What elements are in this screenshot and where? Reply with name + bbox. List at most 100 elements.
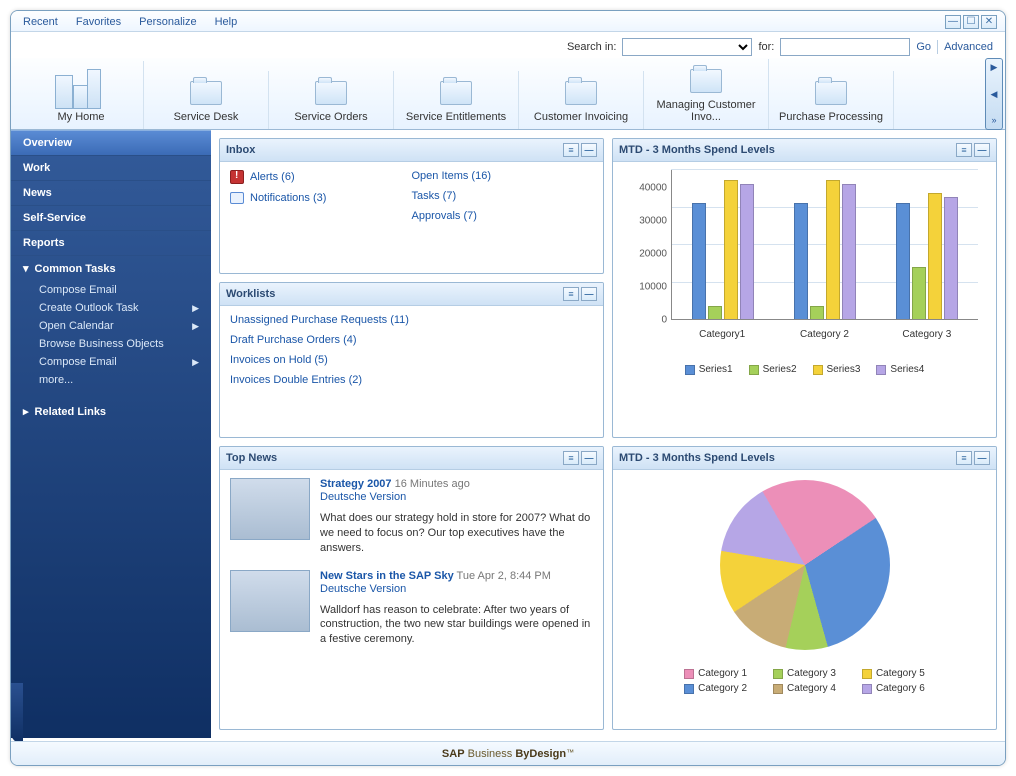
sidebar-related-links-header[interactable]: ▸ Related Links (11, 399, 211, 424)
chevron-right-icon: ▶ (192, 357, 199, 368)
news-timestamp: 16 Minutes ago (395, 478, 470, 490)
panel-title: Top News (226, 452, 277, 464)
worklist-link[interactable]: Draft Purchase Orders (4) (230, 334, 593, 346)
menu-personalize[interactable]: Personalize (139, 16, 196, 28)
inbox-open-items-link[interactable]: Open Items (16) (412, 170, 594, 182)
legend-item: Series3 (813, 364, 861, 375)
chevron-double-icon: » (991, 116, 996, 125)
panel-collapse-button[interactable]: — (581, 287, 597, 301)
news-body-text: What does our strategy hold in store for… (320, 511, 593, 556)
news-subtitle-link[interactable]: Deutsche Version (320, 583, 593, 595)
legend-item: Series1 (685, 364, 733, 375)
chevron-down-icon: ▾ (23, 262, 29, 275)
window-close-button[interactable]: ✕ (981, 15, 997, 29)
sidebar-item-overview[interactable]: Overview (11, 130, 211, 156)
legend-item: Series2 (749, 364, 797, 375)
window-maximize-button[interactable]: ☐ (963, 15, 979, 29)
news-thumbnail (230, 570, 310, 632)
panel-menu-button[interactable]: ≡ (956, 143, 972, 157)
panel-title: Worklists (226, 288, 275, 300)
tab-my-home[interactable]: My Home (19, 61, 144, 129)
panel-menu-button[interactable]: ≡ (956, 451, 972, 465)
tab-label: Service Orders (269, 111, 393, 123)
search-for-label: for: (758, 41, 774, 53)
search-in-select[interactable] (622, 38, 752, 56)
inbox-panel: Inbox ≡ — Alerts (6) Notific (219, 138, 604, 274)
menu-help[interactable]: Help (215, 16, 238, 28)
panel-collapse-button[interactable]: — (581, 451, 597, 465)
inbox-tasks-link[interactable]: Tasks (7) (412, 190, 594, 202)
sidebar-item-work[interactable]: Work (11, 156, 211, 181)
panel-menu-button[interactable]: ≡ (563, 287, 579, 301)
worklist-link[interactable]: Unassigned Purchase Requests (11) (230, 314, 593, 326)
arrow-left-icon: ◀ (991, 90, 998, 99)
content-area: Inbox ≡ — Alerts (6) Notific (211, 130, 1005, 738)
sidebar-section-label: Common Tasks (35, 263, 116, 275)
worklist-link[interactable]: Invoices on Hold (5) (230, 354, 593, 366)
worklists-panel: Worklists ≡ — Unassigned Purchase Reques… (219, 282, 604, 438)
tab-service-desk[interactable]: Service Desk (144, 71, 269, 129)
panel-menu-button[interactable]: ≡ (563, 143, 579, 157)
news-title-link[interactable]: New Stars in the SAP Sky (320, 570, 454, 582)
pie-chart-panel: MTD - 3 Months Spend Levels ≡ — Category… (612, 446, 997, 730)
inbox-alerts-link[interactable]: Alerts (6) (250, 171, 295, 183)
news-body-text: Walldorf has reason to celebrate: After … (320, 603, 593, 648)
sidebar-task-open-calendar[interactable]: Open Calendar▶ (11, 317, 211, 335)
footer-brand: Business (468, 748, 513, 760)
legend-item: Category 4 (773, 683, 836, 694)
inbox-approvals-link[interactable]: Approvals (7) (412, 210, 594, 222)
menubar: Recent Favorites Personalize Help — ☐ ✕ (11, 11, 1005, 32)
footer-brand: SAP (442, 748, 465, 760)
panel-menu-button[interactable]: ≡ (563, 451, 579, 465)
search-go-link[interactable]: Go (916, 41, 931, 53)
window-minimize-button[interactable]: — (945, 15, 961, 29)
tab-purchase-processing[interactable]: Purchase Processing (769, 71, 894, 129)
pie-chart-legend: Category 1Category 3Category 5Category 2… (684, 668, 925, 694)
tab-customer-invoicing[interactable]: Customer Invoicing (519, 71, 644, 129)
news-item: Strategy 2007 16 Minutes ago Deutsche Ve… (230, 478, 593, 556)
sidebar-item-reports[interactable]: Reports (11, 231, 211, 256)
panel-collapse-button[interactable]: — (974, 143, 990, 157)
tab-label: Managing Customer Invo... (644, 99, 768, 123)
news-panel: Top News ≡ — Strategy 2007 16 Minutes ag… (219, 446, 604, 730)
tab-service-orders[interactable]: Service Orders (269, 71, 394, 129)
search-in-label: Search in: (567, 41, 617, 53)
tab-label: Customer Invoicing (519, 111, 643, 123)
bar-chart-legend: Series1Series2Series3Series4 (623, 364, 986, 375)
footer-brand: ByDesign (515, 748, 566, 760)
pie-chart (720, 480, 890, 650)
folder-icon (565, 81, 597, 105)
sidebar-task-create-outlook-task[interactable]: Create Outlook Task▶ (11, 299, 211, 317)
news-subtitle-link[interactable]: Deutsche Version (320, 491, 593, 503)
menu-recent[interactable]: Recent (23, 16, 58, 28)
tab-managing-customer-invo-[interactable]: Managing Customer Invo... (644, 59, 769, 129)
decorative-curve (11, 683, 23, 743)
inbox-notifications-link[interactable]: Notifications (3) (250, 192, 326, 204)
tab-label: Purchase Processing (769, 111, 893, 123)
news-title-link[interactable]: Strategy 2007 (320, 478, 392, 490)
sidebar-item-self-service[interactable]: Self-Service (11, 206, 211, 231)
sidebar-task-compose-email[interactable]: Compose Email▶ (11, 353, 211, 371)
divider (937, 40, 938, 54)
sidebar-item-news[interactable]: News (11, 181, 211, 206)
sidebar-task-compose-email[interactable]: Compose Email (11, 281, 211, 299)
chevron-right-icon: ▶ (192, 321, 199, 332)
sidebar-task-more-[interactable]: more... (11, 371, 211, 389)
app-window: Recent Favorites Personalize Help — ☐ ✕ … (10, 10, 1006, 766)
tab-service-entitlements[interactable]: Service Entitlements (394, 71, 519, 129)
worklist-link[interactable]: Invoices Double Entries (2) (230, 374, 593, 386)
news-timestamp: Tue Apr 2, 8:44 PM (457, 570, 551, 582)
panel-collapse-button[interactable]: — (974, 451, 990, 465)
menu-favorites[interactable]: Favorites (76, 16, 121, 28)
panel-collapse-button[interactable]: — (581, 143, 597, 157)
search-advanced-link[interactable]: Advanced (944, 41, 993, 53)
arrow-right-icon: ▶ (991, 63, 998, 72)
search-for-input[interactable] (780, 38, 910, 56)
tab-scroller[interactable]: ▶ ◀ » (985, 58, 1003, 130)
sidebar-task-browse-business-objects[interactable]: Browse Business Objects (11, 335, 211, 353)
legend-item: Category 6 (862, 683, 925, 694)
panel-title: MTD - 3 Months Spend Levels (619, 144, 775, 156)
sidebar-common-tasks-header[interactable]: ▾ Common Tasks (11, 256, 211, 281)
legend-item: Category 2 (684, 683, 747, 694)
worktab-strip: My Home Service DeskService OrdersServic… (11, 58, 1005, 130)
